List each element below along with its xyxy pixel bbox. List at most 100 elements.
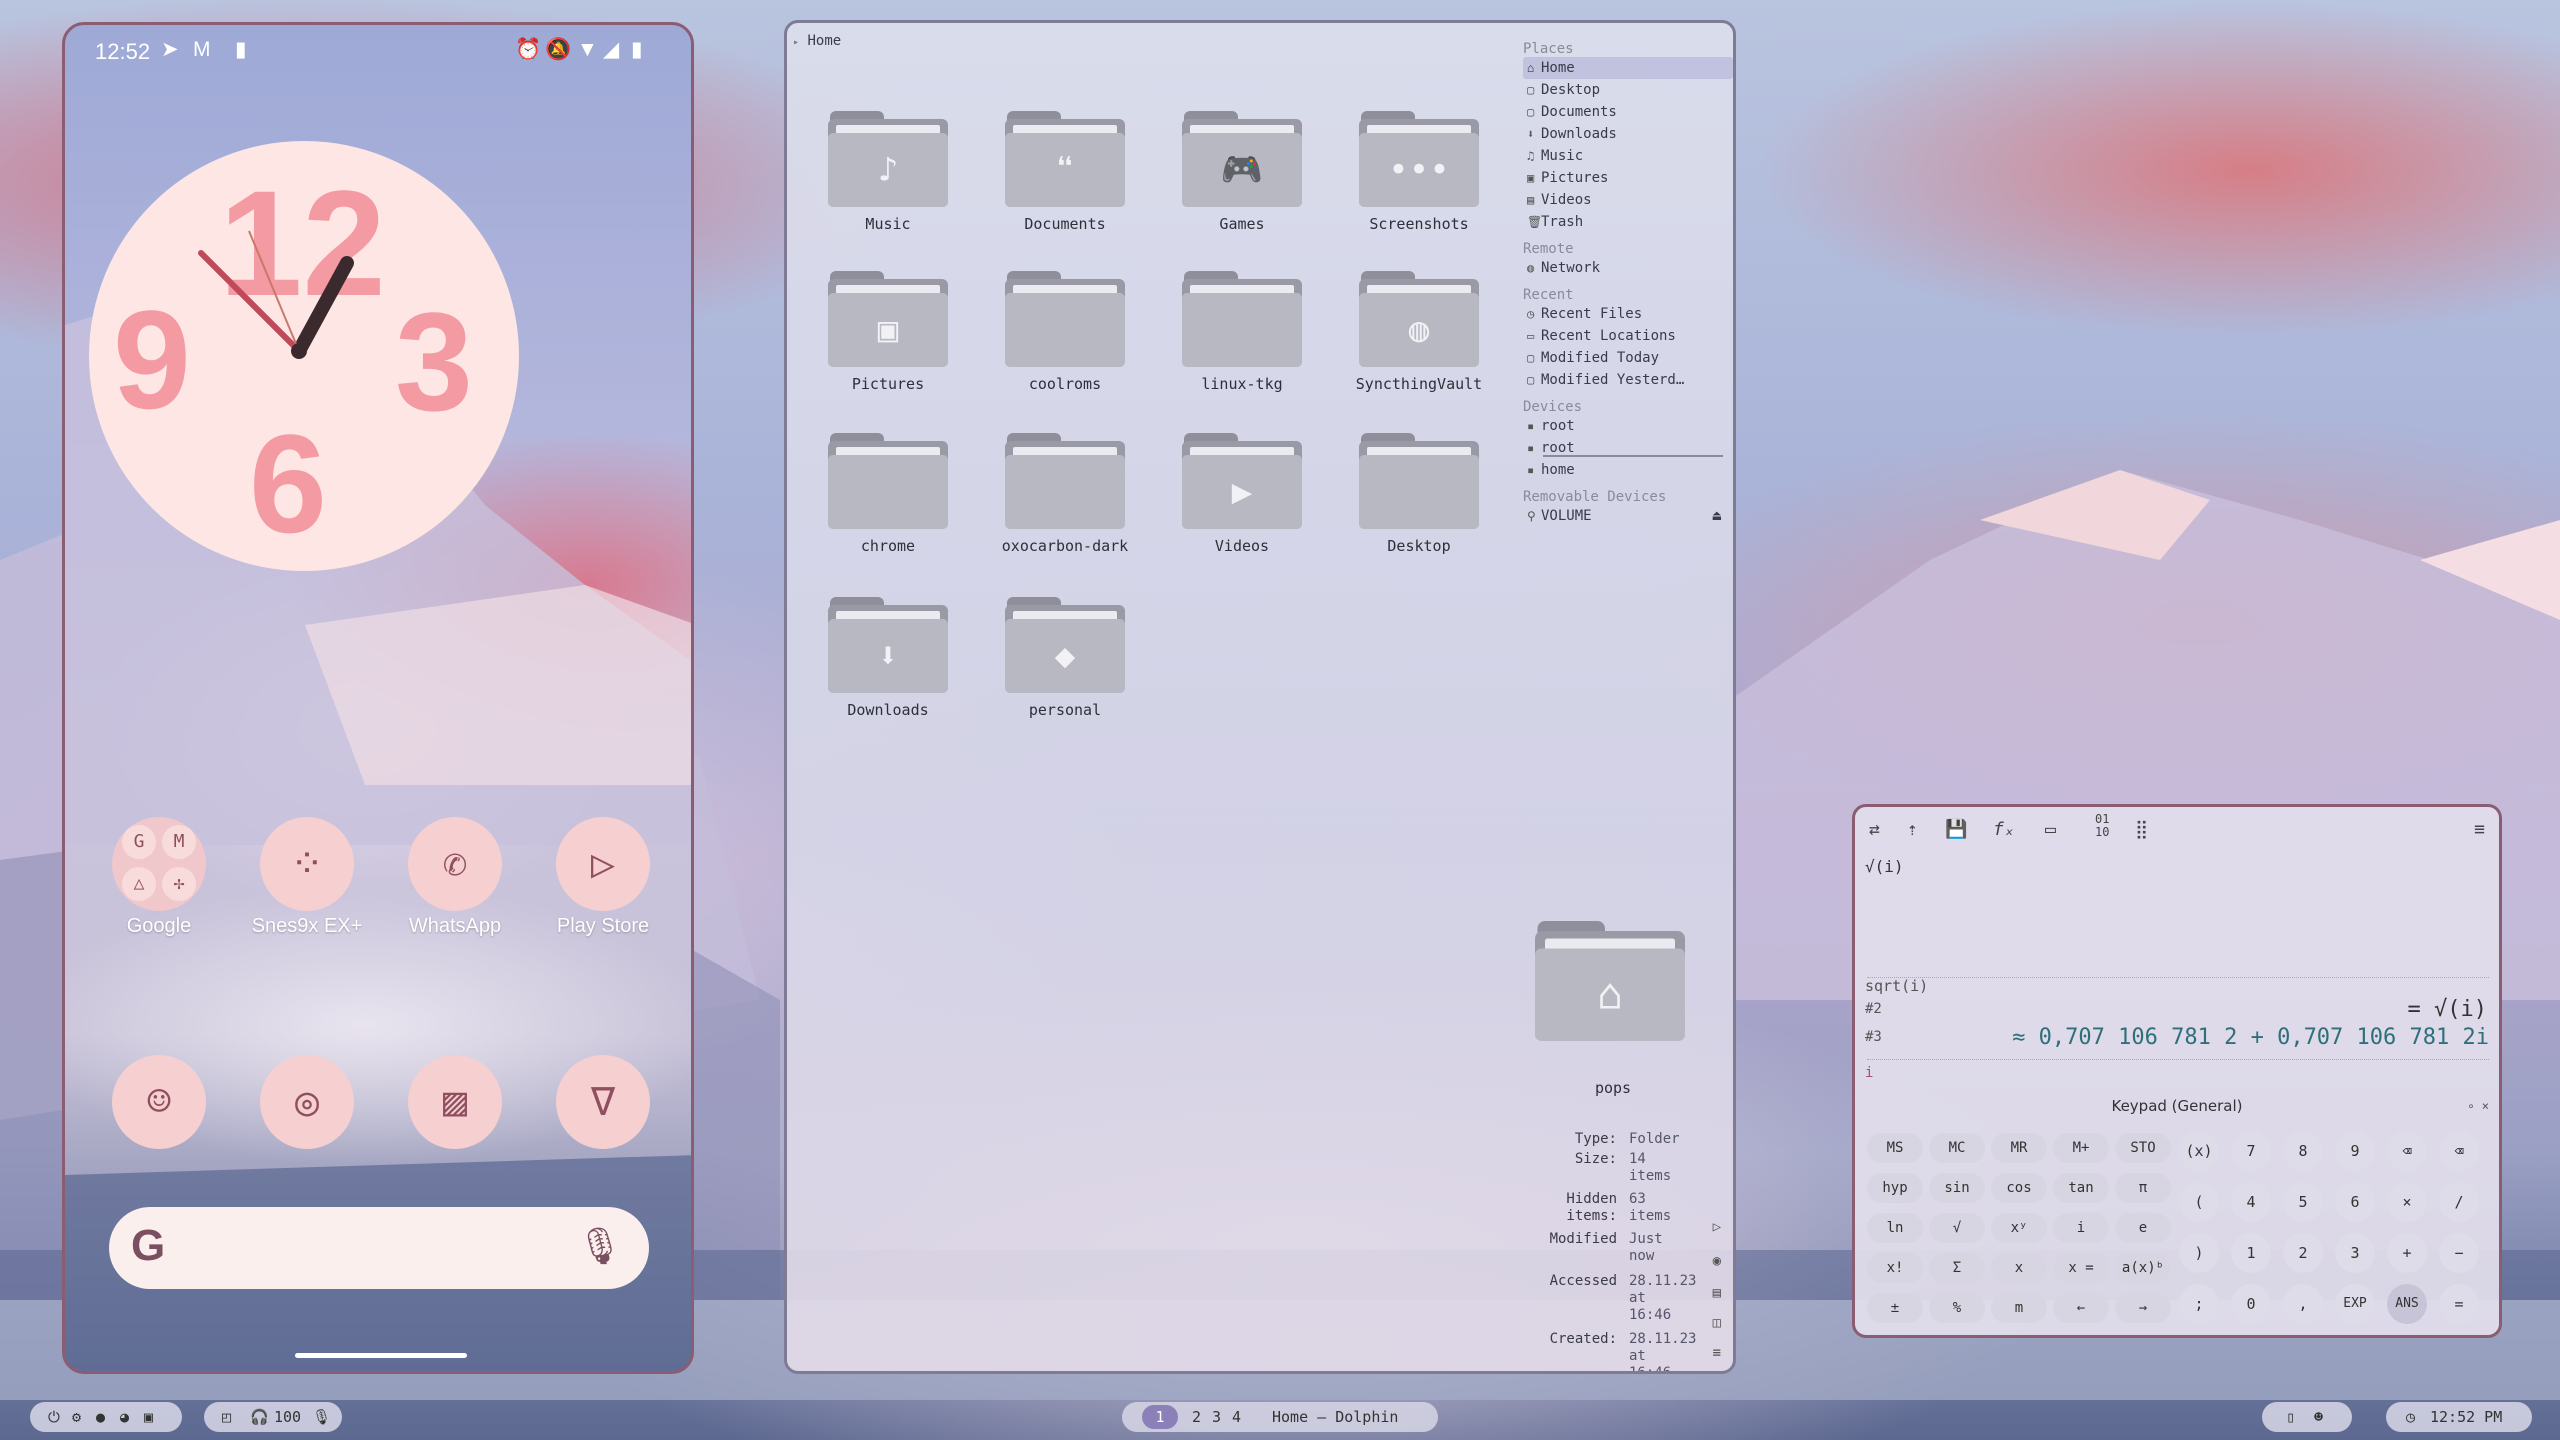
app-vanced[interactable]: ∇ [543, 1055, 663, 1149]
media-tray[interactable]: ◰ 🎧 100 🎙 [204, 1402, 342, 1432]
folder-item[interactable]: ◍ SyncthingVault [1334, 271, 1504, 393]
calc-key[interactable]: × [2387, 1182, 2427, 1222]
calc-key[interactable]: √ [1929, 1213, 1985, 1243]
keypad-close-icon[interactable]: ∘ × [2467, 1099, 2489, 1113]
places-item-modified-yesterd-[interactable]: ▢ Modified Yesterd… [1523, 369, 1733, 391]
microphone-icon[interactable]: 🎙 [577, 1225, 623, 1267]
analog-clock-widget[interactable]: 12 3 6 9 [89, 141, 519, 571]
calc-key[interactable]: M+ [2053, 1133, 2109, 1163]
calc-key[interactable]: tan [2053, 1173, 2109, 1203]
folder-item[interactable]: ••• Screenshots [1334, 111, 1504, 233]
app-snes9x[interactable]: ⁘ Snes9x EX+ [247, 817, 367, 938]
calc-key[interactable]: a(x)ᵇ [2115, 1253, 2171, 1283]
calc-key[interactable]: (x) [2179, 1131, 2219, 1171]
app-firefox[interactable]: ◎ [247, 1055, 367, 1149]
places-item-recent-locations[interactable]: ▭ Recent Locations [1523, 325, 1733, 347]
calc-key[interactable]: 6 [2335, 1182, 2375, 1222]
calc-key[interactable]: x = [2053, 1253, 2109, 1283]
function-icon[interactable]: fₓ [1993, 819, 2015, 840]
phone-mirror-window[interactable]: 12:52 ➤ M ▮ ⏰ 🔕 ▼ ◢ ▮ 12 3 6 9 G M △ ✢ G… [62, 22, 694, 1374]
palette-icon[interactable]: ◕ [120, 1402, 129, 1432]
calc-key[interactable]: 1 [2231, 1233, 2271, 1273]
calc-key[interactable]: ⌫ [2387, 1131, 2427, 1171]
folder-item[interactable]: coolroms [980, 271, 1150, 393]
folder-item[interactable]: ▣ Pictures [803, 271, 973, 393]
calc-key[interactable]: 7 [2231, 1131, 2271, 1171]
workspace-4[interactable]: 4 [1232, 1402, 1241, 1432]
system-tray-left[interactable]: ⏻ ⚙ ● ◕ ▣ [30, 1402, 182, 1432]
calc-key[interactable]: e [2115, 1213, 2171, 1243]
discord-icon[interactable]: ☻ [2314, 1402, 2323, 1432]
calc-key[interactable]: Σ [1929, 1253, 1985, 1283]
calc-key[interactable]: 9 [2335, 1131, 2375, 1171]
calc-key[interactable]: MC [1929, 1133, 1985, 1163]
calc-key[interactable]: 2 [2283, 1233, 2323, 1273]
app-whatsapp[interactable]: ✆ WhatsApp [395, 817, 515, 938]
places-item-network[interactable]: ◍ Network [1523, 257, 1733, 279]
places-item-modified-today[interactable]: ▢ Modified Today [1523, 347, 1733, 369]
calc-key[interactable]: ← [2053, 1293, 2109, 1323]
places-item-home[interactable]: ▪ home [1523, 459, 1733, 481]
places-item-music[interactable]: ♫ Music [1523, 145, 1733, 167]
app-google-folder[interactable]: G M △ ✢ Google [99, 817, 219, 938]
play-icon[interactable]: ▷ [1713, 1219, 1721, 1235]
places-item-pictures[interactable]: ▣ Pictures [1523, 167, 1733, 189]
calc-key[interactable]: ± [1867, 1293, 1923, 1323]
calc-key[interactable]: MR [1991, 1133, 2047, 1163]
breadcrumb-home[interactable]: Home [807, 33, 841, 49]
screenshot-icon[interactable]: ▣ [144, 1402, 153, 1432]
calc-key[interactable]: % [1929, 1293, 1985, 1323]
calc-key[interactable]: ; [2179, 1284, 2219, 1324]
calc-key[interactable]: ln [1867, 1213, 1923, 1243]
keypad-grid-icon[interactable]: ⣿ [2135, 819, 2148, 840]
calc-key[interactable]: − [2439, 1233, 2479, 1273]
app-gallery[interactable]: ▨ [395, 1055, 515, 1149]
mic-icon[interactable]: 🎙 [312, 1402, 331, 1432]
folder-item[interactable]: ❝ Documents [980, 111, 1150, 233]
places-item-root[interactable]: ▪ root [1523, 415, 1733, 437]
calc-key[interactable]: sin [1929, 1173, 1985, 1203]
places-item-desktop[interactable]: ▢ Desktop [1523, 79, 1733, 101]
folder-item[interactable]: Desktop [1334, 433, 1504, 555]
workspace-2[interactable]: 2 [1192, 1402, 1201, 1432]
expression-input[interactable]: √(i) [1865, 857, 1904, 876]
breadcrumb[interactable]: ▸ Home [793, 33, 841, 49]
active-window-title[interactable]: Home — Dolphin [1272, 1402, 1398, 1432]
workspace-bar[interactable]: 1 2 3 4 Home — Dolphin [1122, 1402, 1438, 1432]
calc-key[interactable]: EXP [2335, 1284, 2375, 1324]
calc-key[interactable]: MS [1867, 1133, 1923, 1163]
calc-key[interactable]: ( [2179, 1182, 2219, 1222]
calc-key[interactable]: x [1991, 1253, 2047, 1283]
calc-key[interactable]: i [2053, 1213, 2109, 1243]
folder-item[interactable]: ♪ Music [803, 111, 973, 233]
save-icon[interactable]: 💾 [1945, 819, 1967, 840]
units-icon[interactable]: ▭ [2045, 819, 2056, 840]
calc-key[interactable]: STO [2115, 1133, 2171, 1163]
app-play-store[interactable]: ▷ Play Store [543, 817, 663, 938]
hamburger-menu-icon[interactable]: ≡ [2474, 819, 2485, 840]
calc-key[interactable]: 4 [2231, 1182, 2271, 1222]
folder-item[interactable]: chrome [803, 433, 973, 555]
places-item-volume[interactable]: ⚲ VOLUME ⏏ [1523, 505, 1733, 527]
dolphin-file-manager-window[interactable]: ▸ Home ♪ Music ❝ Documents 🎮 Games ••• Screensh… [784, 20, 1736, 1374]
binary-icon[interactable]: 01 10 [2095, 813, 2109, 839]
variables-icon[interactable]: ⇡ [1907, 819, 1918, 840]
places-item-trash[interactable]: 🗑Trash [1523, 211, 1733, 233]
calc-key[interactable]: ⌫ [2439, 1131, 2479, 1171]
places-item-videos[interactable]: ▤ Videos [1523, 189, 1733, 211]
calc-key[interactable]: x! [1867, 1253, 1923, 1283]
phone-link-icon[interactable]: ▯ [2286, 1402, 2295, 1432]
tray-right[interactable]: ▯ ☻ [2262, 1402, 2352, 1432]
eject-icon[interactable]: ⏏ [1713, 505, 1721, 527]
folder-item[interactable]: oxocarbon-dark [980, 433, 1150, 555]
window-icon[interactable]: ◰ [222, 1402, 231, 1432]
calc-key[interactable]: 0 [2231, 1284, 2271, 1324]
calc-key[interactable]: π [2115, 1173, 2171, 1203]
calc-key[interactable]: hyp [1867, 1173, 1923, 1203]
calc-key[interactable]: / [2439, 1182, 2479, 1222]
clock-pill[interactable]: ◷ 12:52 PM [2386, 1402, 2532, 1432]
calc-key[interactable]: 3 [2335, 1233, 2375, 1273]
places-item-downloads[interactable]: ⬇ Downloads [1523, 123, 1733, 145]
places-item-documents[interactable]: ▢ Documents [1523, 101, 1733, 123]
calc-key[interactable]: 8 [2283, 1131, 2323, 1171]
